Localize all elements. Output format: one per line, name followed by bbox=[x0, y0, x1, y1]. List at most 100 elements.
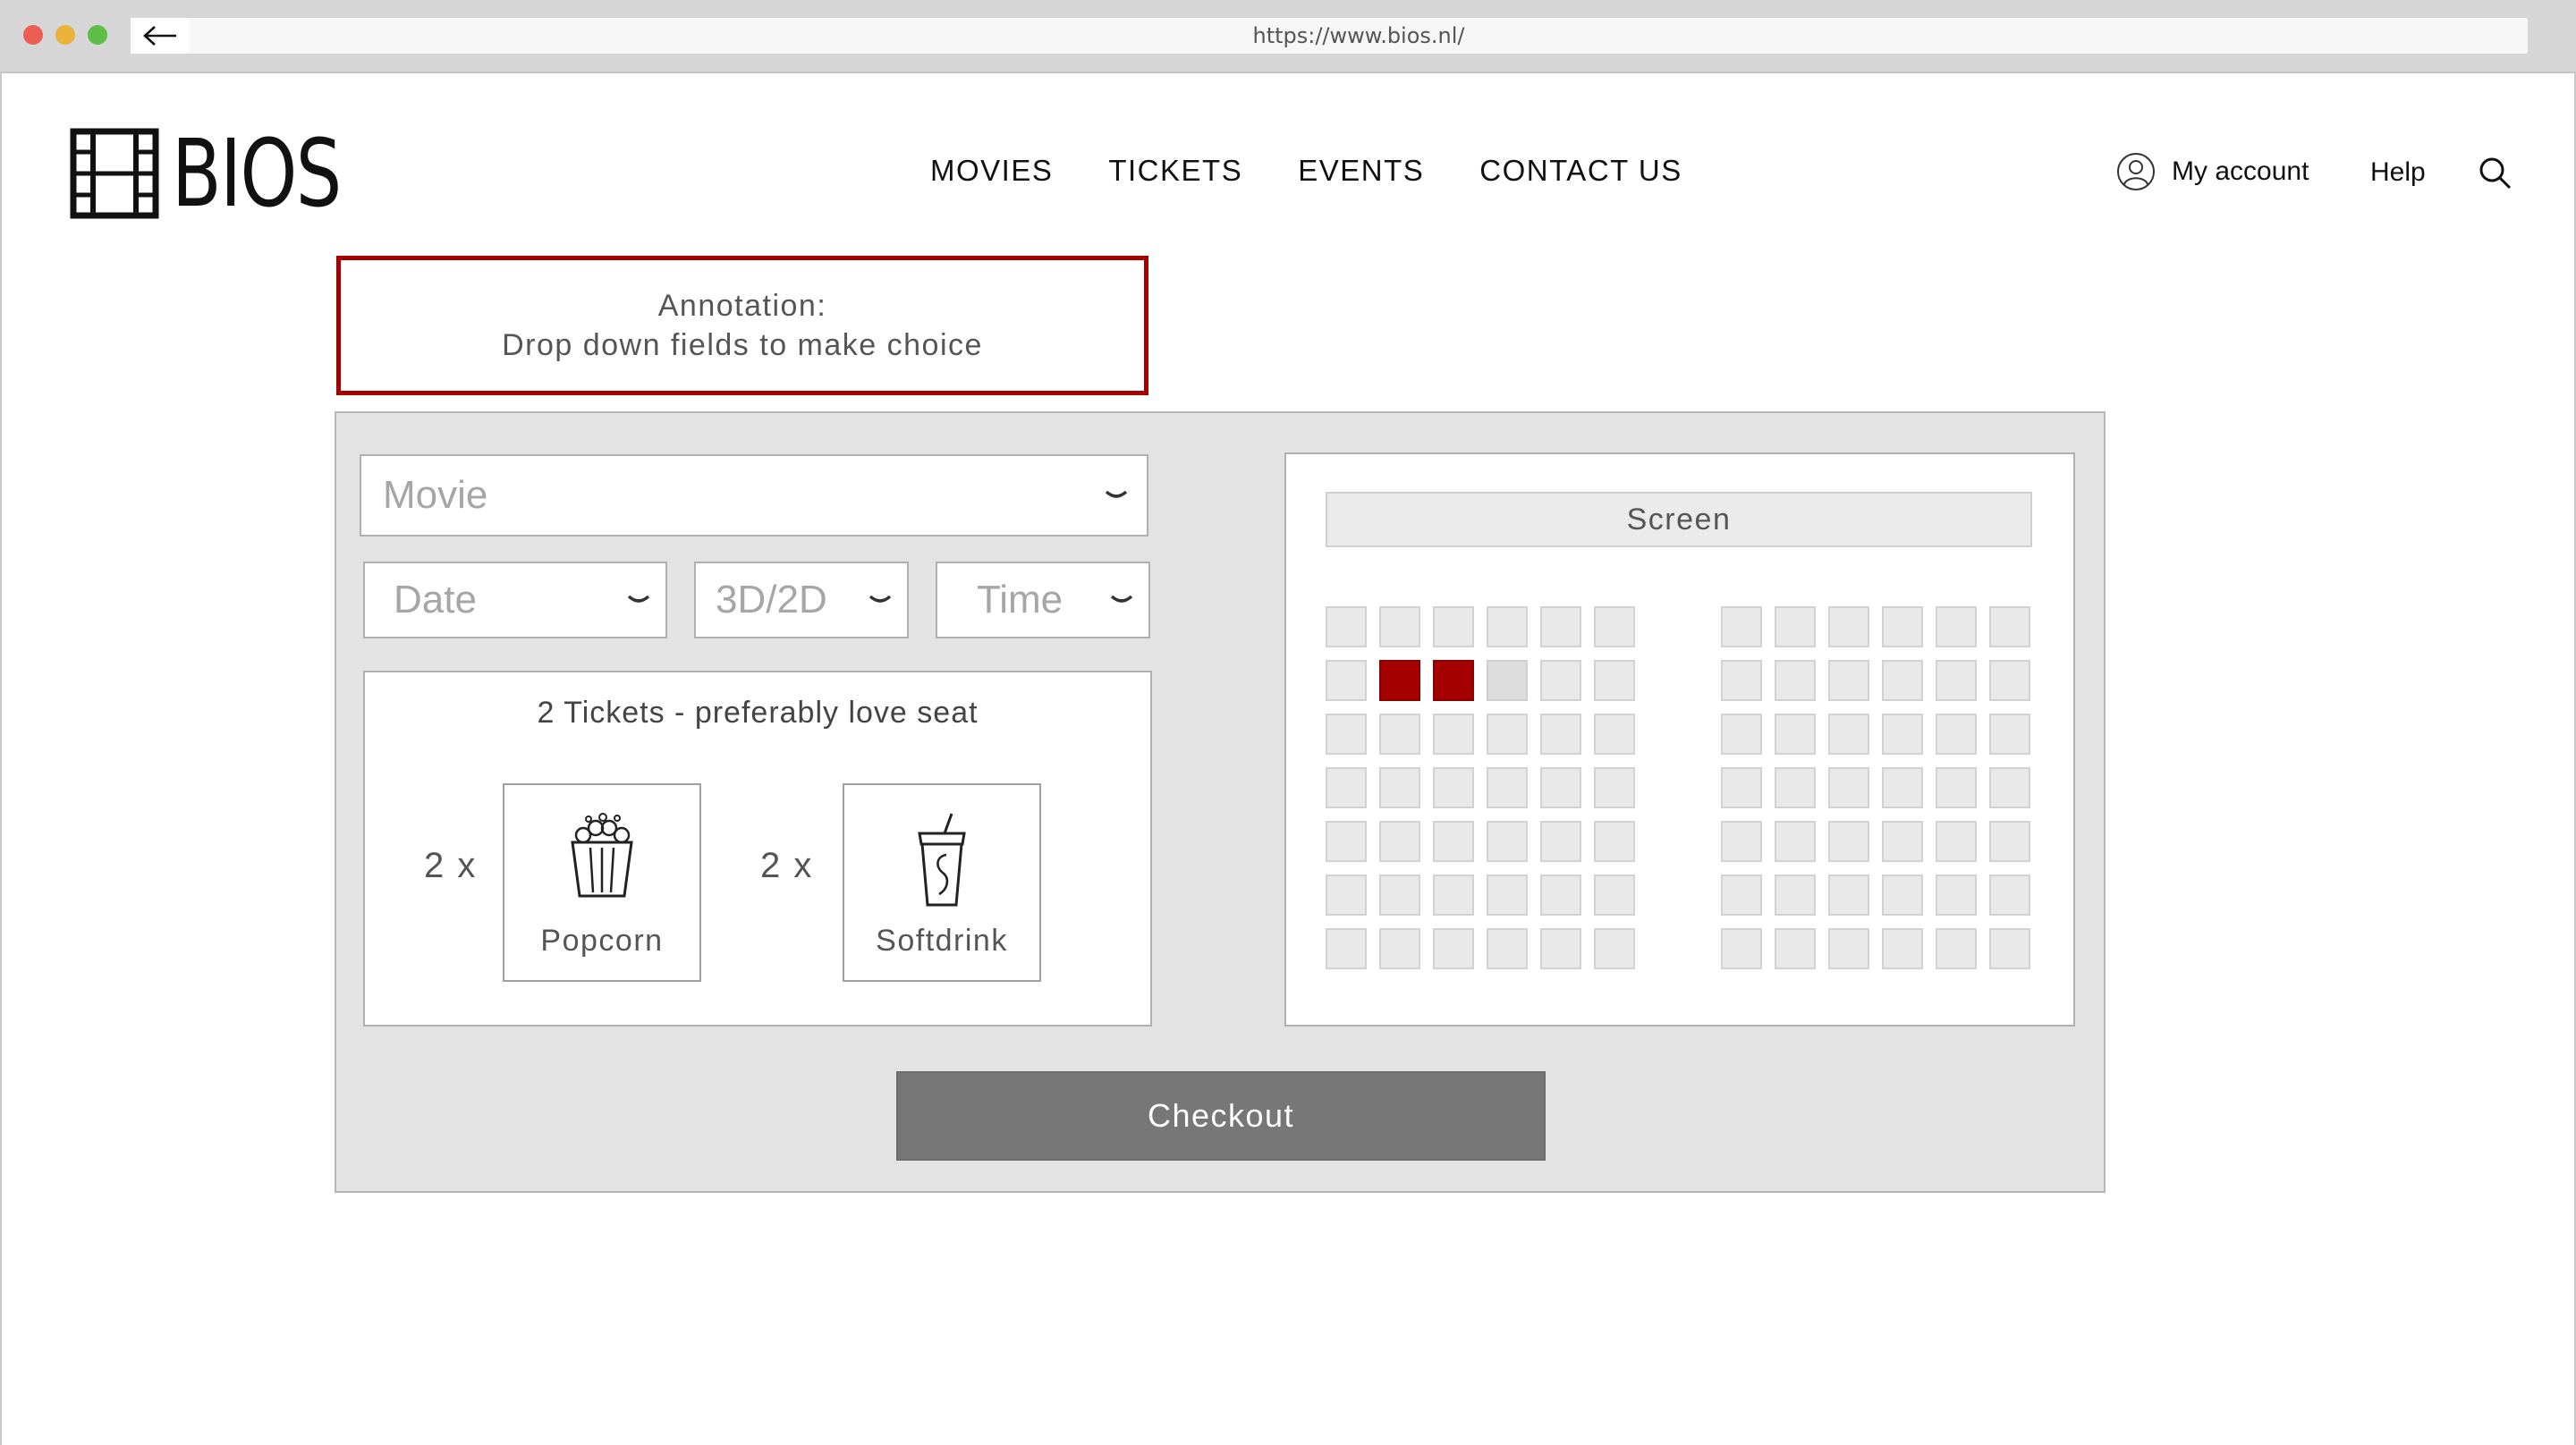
seat[interactable] bbox=[1828, 928, 1869, 969]
seat[interactable] bbox=[1828, 767, 1869, 808]
site-logo[interactable]: BIOS bbox=[70, 127, 388, 220]
seat[interactable] bbox=[1882, 714, 1923, 755]
seat[interactable] bbox=[1989, 606, 2030, 647]
seat[interactable] bbox=[1721, 714, 1762, 755]
seat[interactable] bbox=[1379, 767, 1420, 808]
seat[interactable] bbox=[1326, 660, 1367, 701]
seat[interactable] bbox=[1433, 875, 1474, 916]
seat[interactable] bbox=[1775, 875, 1816, 916]
seat[interactable] bbox=[1487, 606, 1528, 647]
seat[interactable] bbox=[1379, 606, 1420, 647]
seat[interactable] bbox=[1540, 660, 1581, 701]
seat[interactable] bbox=[1989, 767, 2030, 808]
seat[interactable] bbox=[1326, 606, 1367, 647]
seat[interactable] bbox=[1828, 821, 1869, 862]
seat[interactable] bbox=[1433, 928, 1474, 969]
seat[interactable] bbox=[1594, 660, 1635, 701]
seat[interactable] bbox=[1487, 714, 1528, 755]
seat-selected[interactable] bbox=[1379, 660, 1420, 701]
seat[interactable] bbox=[1326, 928, 1367, 969]
checkout-button[interactable]: Checkout bbox=[896, 1071, 1546, 1161]
seat[interactable] bbox=[1828, 714, 1869, 755]
seat[interactable] bbox=[1540, 928, 1581, 969]
address-bar[interactable]: https://www.bios.nl/ bbox=[190, 18, 2528, 54]
seat[interactable] bbox=[1721, 606, 1762, 647]
seat[interactable] bbox=[1326, 767, 1367, 808]
seat[interactable] bbox=[1326, 714, 1367, 755]
seat[interactable] bbox=[1487, 875, 1528, 916]
seat[interactable] bbox=[1326, 821, 1367, 862]
seat[interactable] bbox=[1379, 821, 1420, 862]
seat[interactable] bbox=[1936, 767, 1977, 808]
seat[interactable] bbox=[1540, 714, 1581, 755]
time-dropdown[interactable]: Time bbox=[936, 562, 1150, 638]
seat[interactable] bbox=[1721, 875, 1762, 916]
seat[interactable] bbox=[1487, 821, 1528, 862]
minimize-window-button[interactable] bbox=[55, 25, 75, 45]
seat[interactable] bbox=[1882, 767, 1923, 808]
seat[interactable] bbox=[1775, 821, 1816, 862]
seat[interactable] bbox=[1594, 875, 1635, 916]
seat[interactable] bbox=[1828, 660, 1869, 701]
seat[interactable] bbox=[1882, 821, 1923, 862]
seat[interactable] bbox=[1540, 875, 1581, 916]
seat[interactable] bbox=[1775, 660, 1816, 701]
my-account-link[interactable]: My account bbox=[2116, 152, 2309, 191]
format-dropdown[interactable]: 3D/2D bbox=[694, 562, 909, 638]
seat[interactable] bbox=[1379, 928, 1420, 969]
seat[interactable] bbox=[1882, 928, 1923, 969]
seat[interactable] bbox=[1989, 714, 2030, 755]
date-dropdown[interactable]: Date bbox=[363, 562, 667, 638]
back-arrow-icon[interactable] bbox=[131, 18, 190, 54]
nav-tickets[interactable]: TICKETS bbox=[1108, 154, 1242, 188]
seat[interactable] bbox=[1487, 767, 1528, 808]
seat[interactable] bbox=[1989, 821, 2030, 862]
close-window-button[interactable] bbox=[23, 25, 43, 45]
seat[interactable] bbox=[1540, 767, 1581, 808]
seat[interactable] bbox=[1882, 606, 1923, 647]
help-link[interactable]: Help bbox=[2370, 157, 2426, 188]
popcorn-card[interactable]: Popcorn bbox=[503, 783, 701, 982]
seat[interactable] bbox=[1721, 928, 1762, 969]
seat[interactable] bbox=[1487, 660, 1528, 701]
seat[interactable] bbox=[1989, 928, 2030, 969]
nav-events[interactable]: EVENTS bbox=[1298, 154, 1424, 188]
seat[interactable] bbox=[1936, 875, 1977, 916]
seat[interactable] bbox=[1721, 767, 1762, 808]
softdrink-card[interactable]: Softdrink bbox=[843, 783, 1041, 982]
seat[interactable] bbox=[1326, 875, 1367, 916]
seat[interactable] bbox=[1433, 767, 1474, 808]
seat[interactable] bbox=[1594, 821, 1635, 862]
seat[interactable] bbox=[1936, 928, 1977, 969]
seat[interactable] bbox=[1594, 767, 1635, 808]
seat[interactable] bbox=[1936, 821, 1977, 862]
seat[interactable] bbox=[1721, 660, 1762, 701]
seat[interactable] bbox=[1882, 660, 1923, 701]
seat[interactable] bbox=[1487, 928, 1528, 969]
seat[interactable] bbox=[1775, 714, 1816, 755]
seat[interactable] bbox=[1433, 821, 1474, 862]
seat[interactable] bbox=[1936, 660, 1977, 701]
seat[interactable] bbox=[1379, 714, 1420, 755]
search-icon[interactable] bbox=[2478, 156, 2513, 196]
seat[interactable] bbox=[1828, 875, 1869, 916]
seat[interactable] bbox=[1379, 875, 1420, 916]
seat[interactable] bbox=[1936, 606, 1977, 647]
movie-dropdown[interactable]: Movie bbox=[360, 454, 1148, 537]
seat[interactable] bbox=[1540, 606, 1581, 647]
seat[interactable] bbox=[1775, 606, 1816, 647]
seat[interactable] bbox=[1594, 606, 1635, 647]
seat[interactable] bbox=[1989, 875, 2030, 916]
seat[interactable] bbox=[1936, 714, 1977, 755]
seat[interactable] bbox=[1594, 714, 1635, 755]
seat[interactable] bbox=[1594, 928, 1635, 969]
seat[interactable] bbox=[1433, 714, 1474, 755]
nav-contact-us[interactable]: CONTACT US bbox=[1479, 154, 1682, 188]
maximize-window-button[interactable] bbox=[88, 25, 107, 45]
seat[interactable] bbox=[1721, 821, 1762, 862]
seat-selected[interactable] bbox=[1433, 660, 1474, 701]
seat[interactable] bbox=[1775, 928, 1816, 969]
seat[interactable] bbox=[1828, 606, 1869, 647]
seat[interactable] bbox=[1882, 875, 1923, 916]
seat[interactable] bbox=[1775, 767, 1816, 808]
